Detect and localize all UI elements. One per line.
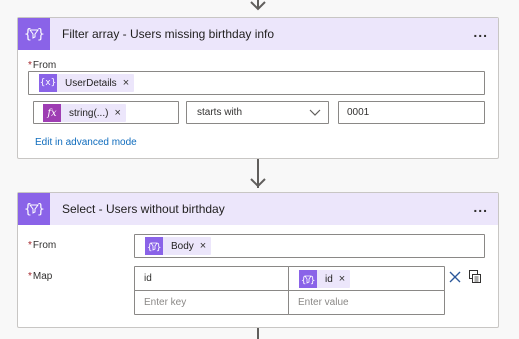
svg-text:}: } bbox=[37, 27, 44, 42]
select-card[interactable]: { } Select - Users without birthday ... … bbox=[17, 192, 499, 328]
delete-row-icon[interactable] bbox=[449, 271, 461, 283]
operator-select[interactable]: starts with bbox=[186, 101, 329, 124]
token-label: UserDetails bbox=[65, 77, 117, 89]
variable-icon: {x} bbox=[39, 74, 57, 92]
map-key-value: id bbox=[144, 273, 152, 284]
from-label: *From bbox=[28, 60, 57, 71]
svg-text:{: { bbox=[24, 202, 32, 217]
svg-text:}: } bbox=[310, 276, 315, 285]
fx-icon: fx bbox=[43, 104, 61, 122]
edit-advanced-mode-link[interactable]: Edit in advanced mode bbox=[35, 137, 137, 148]
map-label: *Map bbox=[28, 271, 53, 282]
arrow-down-icon bbox=[250, 178, 266, 188]
token-userdetails[interactable]: {x} UserDetails × bbox=[39, 74, 135, 92]
braces-filter-icon: { } bbox=[18, 18, 50, 50]
from-label: *From bbox=[28, 240, 57, 251]
token-body[interactable]: { } Body × bbox=[145, 237, 212, 255]
condition-left-field[interactable]: fx string(...) × bbox=[33, 101, 179, 124]
more-options-button[interactable]: ... bbox=[473, 25, 488, 39]
card-title: Filter array - Users missing birthday in… bbox=[62, 27, 275, 41]
chevron-down-icon bbox=[309, 109, 321, 116]
from-field[interactable]: {x} UserDetails × bbox=[28, 71, 485, 95]
arrow-down-icon bbox=[250, 1, 266, 11]
condition-value-input[interactable]: 0001 bbox=[338, 101, 485, 124]
close-icon[interactable]: × bbox=[123, 77, 129, 89]
token-label: id bbox=[325, 273, 333, 285]
token-id[interactable]: { } id × bbox=[299, 270, 351, 288]
close-icon[interactable]: × bbox=[114, 107, 120, 119]
condition-value: 0001 bbox=[347, 107, 370, 118]
map-key-placeholder: Enter key bbox=[144, 297, 187, 308]
more-options-button[interactable]: ... bbox=[473, 200, 488, 214]
switch-map-mode-icon[interactable] bbox=[468, 269, 482, 284]
operator-value: starts with bbox=[197, 107, 243, 118]
svg-text:{: { bbox=[24, 27, 32, 42]
svg-text:}: } bbox=[37, 202, 44, 217]
token-label: Body bbox=[171, 240, 194, 252]
close-icon[interactable]: × bbox=[339, 273, 345, 285]
card-title: Select - Users without birthday bbox=[62, 202, 225, 216]
map-key-input[interactable]: Enter key bbox=[134, 290, 289, 315]
braces-filter-icon: { } bbox=[299, 270, 317, 288]
token-string-expression[interactable]: fx string(...) × bbox=[43, 104, 126, 122]
map-value-input[interactable]: { } id × bbox=[288, 266, 445, 291]
braces-filter-icon: { } bbox=[145, 237, 163, 255]
connector-bottom bbox=[257, 328, 259, 339]
card-header[interactable]: { } Select - Users without birthday ... bbox=[18, 193, 498, 225]
map-value-placeholder: Enter value bbox=[298, 297, 349, 308]
svg-text:}: } bbox=[156, 243, 161, 252]
from-field[interactable]: { } Body × bbox=[134, 234, 485, 258]
braces-filter-icon: { } bbox=[18, 193, 50, 225]
token-label: string(...) bbox=[69, 107, 109, 119]
map-key-input[interactable]: id bbox=[134, 266, 289, 291]
card-header[interactable]: { } Filter array - Users missing birthda… bbox=[18, 18, 498, 50]
close-icon[interactable]: × bbox=[200, 240, 206, 252]
filter-array-card[interactable]: { } Filter array - Users missing birthda… bbox=[17, 17, 499, 159]
map-value-input[interactable]: Enter value bbox=[288, 290, 445, 315]
